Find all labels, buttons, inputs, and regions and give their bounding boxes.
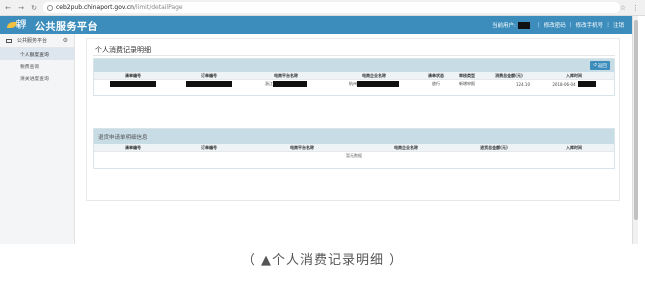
time-cell: 2018-06-04: [534, 81, 614, 87]
table-header-row: 清单编号 订单编号 电商平台名称 电商企业名称 清单状态 审核类型 消费总金额(…: [94, 72, 614, 79]
redacted-value: [273, 81, 307, 87]
table-row[interactable]: 浙江 杭州 放行 新增申报 124.10 2018-06-04: [94, 79, 614, 88]
column-header: 消费总金额(元): [495, 72, 523, 78]
app-header: 中国 电子 公共服务平台 当前用户: | 修改密码 | 修改手机号 | 注销: [0, 16, 632, 34]
change-password-link[interactable]: 修改密码: [544, 21, 566, 29]
consumption-record-panel: ↺ 返回 清单编号 订单编号 电商平台名称 电商企业名称 清单状态 审核类型 消…: [93, 58, 615, 96]
empty-table-message: 暂无数据: [94, 151, 614, 159]
sidebar-item-tax-query[interactable]: 税费查询: [0, 60, 74, 72]
logout-link[interactable]: 注销: [613, 21, 624, 29]
sidebar-item-label: 清关进度查询: [20, 76, 49, 82]
main-content: 个人消费记录明细 ↺ 返回 清单编号 订单编号 电商平台名称 电商企业名称 清单…: [86, 38, 620, 201]
return-button[interactable]: ↺ 返回: [590, 61, 610, 70]
panel-header: ↺ 返回: [94, 59, 614, 72]
url-path: /limit/detailPage: [133, 4, 183, 11]
sidebar: 公共服务平台 ⚙ 个人额度查询 税费查询 清关进度查询: [0, 34, 75, 244]
bookmark-star-icon[interactable]: ☆: [620, 4, 626, 12]
redacted-value: [577, 81, 596, 87]
column-header: 订单编号: [201, 144, 217, 150]
return-request-panel: 退货申请单明细信息 清单编号 订单编号 电商平台名称 电商企业名称 退货总金额(…: [93, 128, 615, 169]
sidebar-section-header[interactable]: 公共服务平台 ⚙: [0, 34, 74, 48]
current-user-name-redacted: [517, 21, 530, 29]
status-cell: 放行: [432, 81, 440, 86]
column-header: 清单编号: [125, 72, 141, 78]
column-header: 电商企业名称: [362, 72, 386, 78]
platform-name-prefix: 浙江: [265, 81, 273, 86]
column-header: 清单状态: [428, 72, 444, 78]
column-header: 入库时间: [566, 144, 582, 150]
return-button-label: 返回: [597, 63, 607, 69]
amount-cell: 124.10: [516, 81, 530, 87]
envelope-icon: [6, 38, 12, 43]
browser-toolbar: ← → ↻ ceb2pub.chinaport.gov.cn /limit/de…: [0, 0, 645, 16]
redacted-value: [186, 81, 232, 87]
scrollbar-thumb[interactable]: [634, 20, 638, 220]
reload-icon[interactable]: ↻: [29, 3, 39, 13]
app-title: 公共服务平台: [35, 21, 98, 33]
gear-icon[interactable]: ⚙: [63, 37, 68, 44]
sidebar-item-label: 税费查询: [20, 64, 40, 70]
company-name-prefix: 杭州: [349, 81, 357, 86]
sidebar-section-label: 公共服务平台: [17, 38, 48, 44]
column-header: 订单编号: [201, 72, 217, 78]
forward-arrow-icon[interactable]: →: [16, 3, 26, 13]
panel-title: 退货申请单明细信息: [94, 129, 614, 144]
table-header-row: 清单编号 订单编号 电商平台名称 电商企业名称 退货总金额(元) 入库时间: [94, 144, 614, 151]
time-prefix: 2018-06-04: [552, 81, 576, 87]
current-user-label: 当前用户:: [492, 23, 516, 29]
page-title: 个人消费记录明细: [95, 46, 151, 54]
column-header: 电商平台名称: [290, 144, 314, 150]
column-header: 入库时间: [566, 72, 582, 78]
platform-name-cell: 浙江: [246, 81, 326, 87]
order-number-cell: [172, 81, 246, 87]
back-arrow-icon[interactable]: ←: [3, 3, 13, 13]
browser-menu-icon[interactable]: ⋮: [632, 4, 639, 12]
list-number-cell: [94, 81, 172, 87]
address-bar[interactable]: ceb2pub.chinaport.gov.cn /limit/detailPa…: [43, 2, 620, 13]
column-header: 电商企业名称: [394, 144, 418, 150]
redacted-value: [357, 81, 399, 87]
review-type-cell: 新增申报: [459, 81, 475, 86]
redacted-value: [110, 81, 156, 87]
column-header: 电商平台名称: [274, 72, 298, 78]
figure-caption: （ ▲个人消费记录明细 ）: [241, 252, 404, 268]
sidebar-item-clearance-query[interactable]: 清关进度查询: [0, 72, 74, 84]
column-header: 审核类型: [459, 72, 475, 78]
undo-icon: ↺: [593, 63, 597, 68]
divider: [93, 55, 615, 56]
change-phone-link[interactable]: 修改手机号: [576, 21, 604, 29]
column-header: 清单编号: [125, 144, 141, 150]
page-scrollbar[interactable]: [632, 16, 638, 244]
site-info-icon[interactable]: [47, 4, 53, 11]
column-header: 退货总金额(元): [480, 144, 508, 150]
sidebar-item-quota-query[interactable]: 个人额度查询: [0, 48, 74, 60]
logo: 中国 电子: [7, 20, 31, 30]
company-name-cell: 杭州: [326, 81, 422, 87]
sidebar-item-label: 个人额度查询: [20, 52, 49, 58]
url-host: ceb2pub.chinaport.gov.cn: [56, 4, 134, 11]
